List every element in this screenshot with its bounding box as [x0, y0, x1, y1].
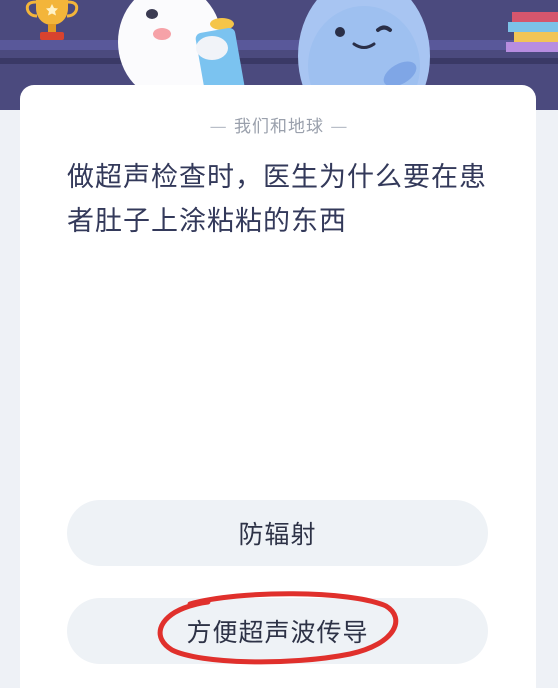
option-label: 方便超声波传导 — [186, 618, 369, 647]
option-label: 防辐射 — [238, 520, 317, 549]
category-title-row: — 我们和地球 — — [0, 112, 558, 137]
category-title: 我们和地球 — [234, 117, 324, 137]
title-dash-right: — — [324, 117, 349, 137]
trophy-icon — [25, 0, 79, 40]
question-text: 做超声检查时，医生为什么要在患者肚子上涂粘粘的东西 — [67, 162, 487, 237]
option-button-2[interactable]: 方便超声波传导 — [67, 598, 488, 664]
shelf-top — [0, 40, 558, 50]
shelf-edge — [0, 58, 558, 64]
books-icon — [506, 12, 558, 52]
title-dash-left: — — [209, 117, 234, 137]
option-button-1[interactable]: 防辐射 — [67, 500, 488, 566]
